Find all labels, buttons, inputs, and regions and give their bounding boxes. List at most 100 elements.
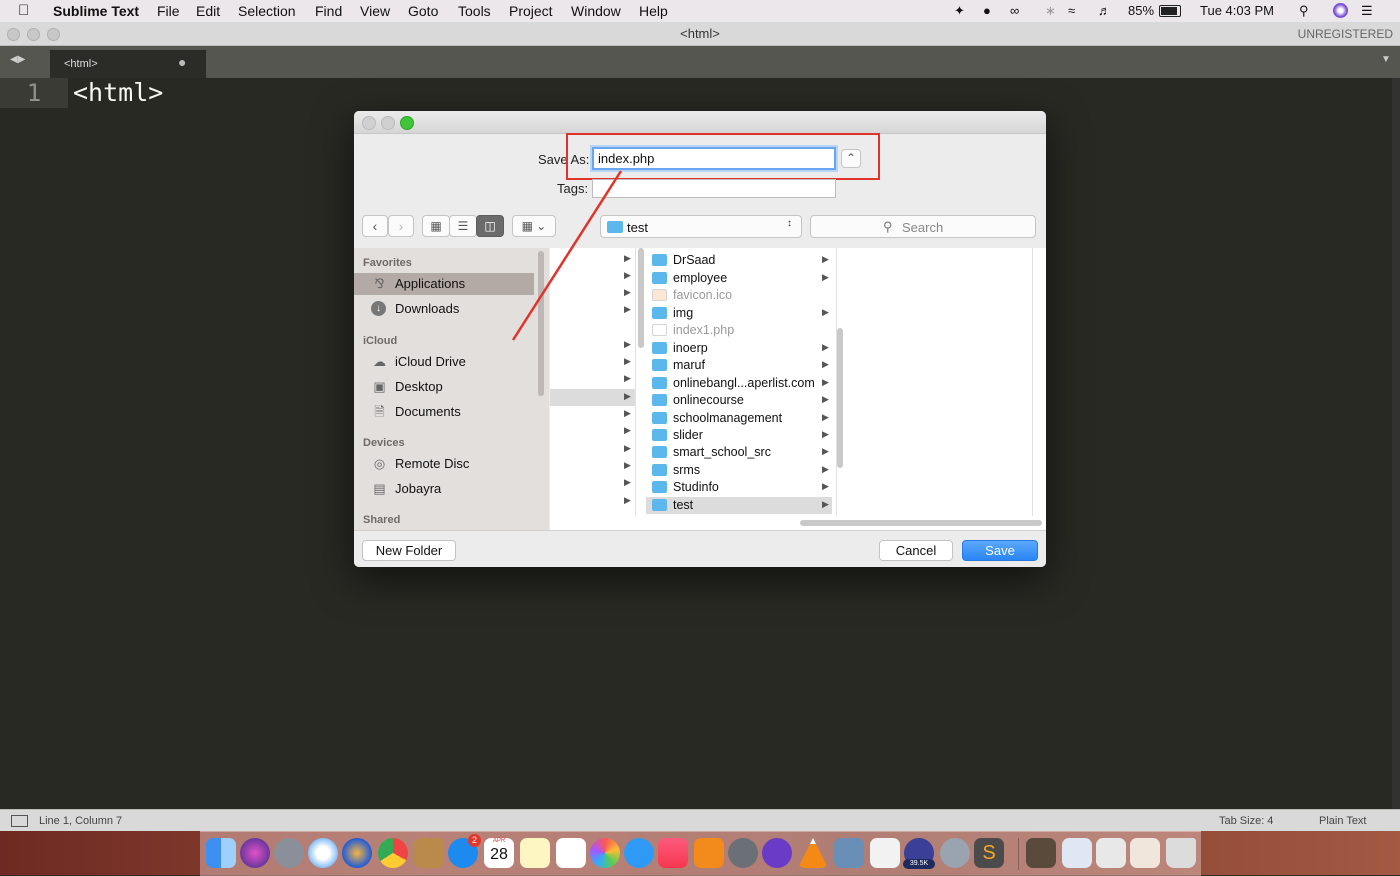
siri-dock-icon[interactable] (240, 838, 270, 868)
parent-column-scrollbar[interactable] (638, 248, 644, 348)
disclosure-arrow-icon[interactable]: ▶ (624, 253, 631, 264)
list-item[interactable]: srms ▶ (646, 462, 832, 479)
app-store-icon[interactable]: 2 (448, 834, 481, 868)
list-item[interactable]: Studinfo ▶ (646, 479, 832, 496)
list-item[interactable]: smart_school_src ▶ (646, 444, 832, 461)
tab-size[interactable]: Tab Size: 4 (1219, 815, 1273, 827)
ibooks-icon[interactable] (694, 838, 724, 868)
disclosure-arrow-icon[interactable]: ▶ (822, 272, 829, 283)
wifi-icon[interactable]: ≈ (1068, 3, 1075, 18)
list-item[interactable]: inoerp ▶ (646, 340, 832, 357)
new-folder-button[interactable]: New Folder (362, 540, 456, 561)
menu-window[interactable]: Window (571, 3, 621, 19)
menu-selection[interactable]: Selection (238, 3, 296, 19)
chat-bubble-icon[interactable]: ● (983, 3, 991, 18)
itunes-icon[interactable] (658, 838, 688, 868)
minimap-scroll[interactable] (1392, 78, 1400, 809)
group-arrange-button[interactable]: ▦ ⌄ (512, 215, 556, 237)
list-item[interactable]: onlinecourse ▶ (646, 392, 832, 409)
reminders-icon[interactable] (556, 838, 586, 868)
list-item[interactable]: maruf ▶ (646, 357, 832, 374)
disclosure-arrow-icon[interactable]: ▶ (822, 394, 829, 405)
list-view-button[interactable]: ☰ (449, 215, 477, 237)
forward-button[interactable]: › (388, 215, 414, 237)
bluetooth-icon[interactable]: ∗ (1045, 3, 1056, 19)
launchpad-icon[interactable] (274, 838, 304, 868)
clock[interactable]: Tue 4:03 PM (1200, 3, 1274, 18)
menu-edit[interactable]: Edit (196, 3, 220, 19)
icon-view-button[interactable]: ▦ (422, 215, 450, 237)
recent-window-1-icon[interactable] (1026, 838, 1056, 868)
disclosure-arrow-icon[interactable]: ▶ (822, 342, 829, 353)
disclosure-arrow-icon[interactable]: ▶ (822, 481, 829, 492)
disclosure-arrow-icon[interactable]: ▶ (822, 464, 829, 475)
empty-column[interactable] (848, 248, 1033, 516)
sidebar-item-documents[interactable]: 🗎 Documents (354, 401, 534, 423)
disclosure-arrow-icon[interactable]: ▶ (624, 391, 631, 402)
spotlight-search-icon[interactable]: ⚲ (1299, 3, 1309, 19)
menu-find[interactable]: Find (315, 3, 342, 19)
list-item[interactable]: slider ▶ (646, 427, 832, 444)
search-field[interactable]: ⚲ Search (810, 215, 1036, 238)
stickies-icon[interactable] (520, 838, 550, 868)
recent-window-2-icon[interactable] (1062, 838, 1092, 868)
vlc-icon[interactable] (798, 838, 828, 868)
recent-window-3-icon[interactable] (1096, 838, 1126, 868)
folder-column-scrollbar[interactable] (837, 328, 843, 468)
list-item[interactable]: img ▶ (646, 305, 832, 322)
sidebar-scrollbar[interactable] (538, 251, 544, 396)
menu-app-name[interactable]: Sublime Text (53, 3, 139, 19)
photos-icon[interactable] (590, 838, 620, 868)
disclosure-arrow-icon[interactable]: ▶ (822, 446, 829, 457)
list-item[interactable]: favicon.ico (646, 287, 832, 304)
disclosure-arrow-icon[interactable]: ▶ (624, 425, 631, 436)
list-item-selected[interactable]: test ▶ (646, 497, 832, 514)
list-item[interactable]: onlinebangl...aperlist.com ▶ (646, 375, 832, 392)
back-button[interactable]: ‹ (362, 215, 388, 237)
location-popup[interactable]: test ↕ (600, 215, 802, 238)
battery-icon[interactable] (1159, 5, 1181, 17)
notification-center-icon[interactable]: ☰ (1361, 3, 1373, 19)
disclosure-arrow-icon[interactable]: ▶ (822, 254, 829, 265)
unsaved-dot-icon[interactable]: ● (178, 54, 186, 70)
horizontal-scrollbar[interactable] (800, 520, 1042, 526)
siri-icon[interactable] (1333, 3, 1348, 18)
sidebar-item-downloads[interactable]: ↓ Downloads (354, 298, 534, 320)
textedit-icon[interactable] (870, 838, 900, 868)
list-item[interactable]: employee ▶ (646, 270, 832, 287)
recent-window-4-icon[interactable] (1130, 838, 1160, 868)
disclosure-arrow-icon[interactable]: ▶ (624, 495, 631, 506)
menu-view[interactable]: View (360, 3, 390, 19)
sidebar-item-icloud-drive[interactable]: ☁ iCloud Drive (354, 351, 534, 373)
tags-input[interactable] (592, 179, 836, 198)
disclosure-arrow-icon[interactable]: ▶ (822, 429, 829, 440)
podcasts-icon[interactable] (762, 838, 792, 868)
save-button[interactable]: Save (962, 540, 1038, 561)
apple-menu-icon[interactable]:  (18, 2, 29, 19)
disclosure-arrow-icon[interactable]: ▶ (624, 304, 631, 315)
tab-nav-arrows-icon[interactable]: ◀▶ (10, 54, 25, 65)
disclosure-arrow-icon[interactable]: ▶ (624, 287, 631, 298)
messages-icon[interactable] (624, 838, 654, 868)
disclosure-arrow-icon[interactable]: ▶ (624, 477, 631, 488)
menu-goto[interactable]: Goto (408, 3, 438, 19)
disclosure-arrow-icon[interactable]: ▶ (624, 408, 631, 419)
list-item[interactable]: DrSaad ▶ (646, 252, 832, 269)
disclosure-arrow-icon[interactable]: ▶ (822, 412, 829, 423)
preview-icon[interactable] (834, 838, 864, 868)
sidebar-item-remote-disc[interactable]: ◎ Remote Disc (354, 453, 534, 475)
creative-cloud-icon[interactable]: ∞ (1010, 3, 1019, 18)
console-toggle-icon[interactable] (11, 815, 28, 827)
finder-icon[interactable] (206, 838, 236, 868)
disclosure-arrow-icon[interactable]: ▶ (624, 373, 631, 384)
menu-help[interactable]: Help (639, 3, 668, 19)
dialog-close-button[interactable] (362, 116, 376, 130)
parent-column[interactable]: ▶ ▶ ▶ ▶ ▶ ▶ ▶ ▶ ▶ ▶ ▶ ▶ ▶ ▶ (550, 248, 644, 516)
cancel-button[interactable]: Cancel (879, 540, 953, 561)
tab-dropdown-icon[interactable]: ▼ (1381, 54, 1391, 65)
list-item[interactable]: index1.php (646, 322, 832, 339)
network-monitor-icon[interactable]: 39.5K (903, 838, 935, 869)
dialog-minimize-button[interactable] (381, 116, 395, 130)
disclosure-arrow-icon[interactable]: ▶ (624, 443, 631, 454)
utility-gear-icon[interactable] (940, 838, 970, 868)
